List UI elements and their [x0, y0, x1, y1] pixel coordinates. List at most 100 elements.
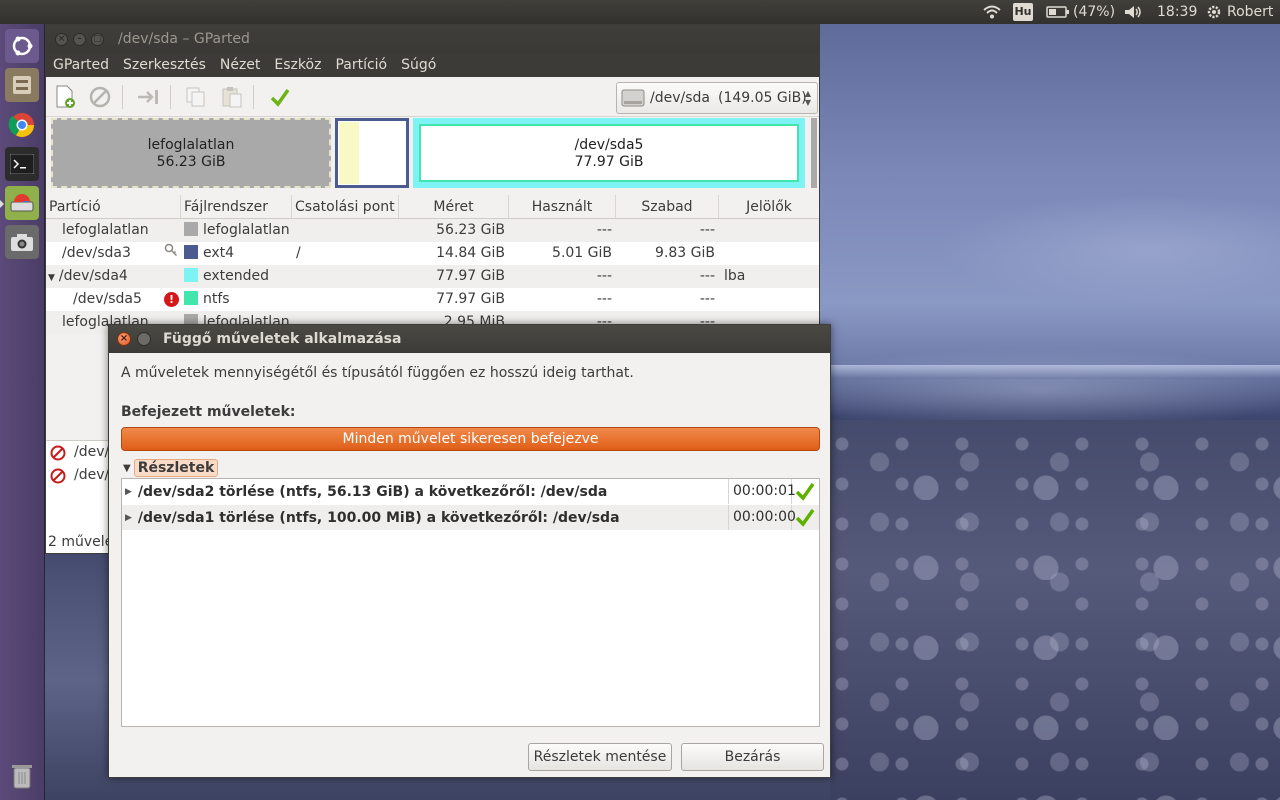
cell-size: 77.97 GiB: [436, 268, 505, 284]
volume-icon[interactable]: [1123, 0, 1143, 24]
dialog-close-button[interactable]: ×: [117, 332, 131, 346]
col-filesystem[interactable]: Fájlrendszer: [181, 195, 292, 218]
wallpaper-surf: [830, 365, 1280, 379]
cell-flags: [719, 288, 819, 311]
files-launcher-item[interactable]: [5, 68, 39, 102]
cell-used: ---: [596, 291, 612, 307]
dash-home-button[interactable]: [5, 29, 39, 63]
diskmap-sda5[interactable]: /dev/sda5 77.97 GiB: [419, 124, 799, 182]
expander-down-icon[interactable]: ▼: [48, 273, 55, 283]
cell-partition: ▼/dev/sda4: [46, 265, 181, 288]
device-selector[interactable]: /dev/sda (149.05 GiB) ▲ ▼: [616, 82, 818, 114]
fs-label: extended: [203, 268, 270, 284]
cell-filesystem: ext4: [181, 242, 292, 265]
fs-color-swatch: [184, 268, 198, 282]
delete-partition-button[interactable]: [88, 85, 112, 109]
table-row[interactable]: /dev/sda3 ext4 / 14.84 GiB 5.01 GiB 9.83…: [46, 242, 819, 265]
cell-filesystem: extended: [181, 265, 292, 288]
cell-partition: /dev/sda3: [46, 242, 181, 265]
expander-down-icon: ▼: [123, 462, 131, 474]
close-button[interactable]: Bezárás: [681, 743, 824, 771]
terminal-launcher-item[interactable]: [5, 147, 39, 181]
cell-free: ---: [699, 268, 715, 284]
cell-used: ---: [596, 222, 612, 238]
detail-row[interactable]: ▶ /dev/sda2 törlése (ntfs, 56.13 GiB) a …: [122, 479, 819, 504]
keyboard-layout-indicator[interactable]: Hu: [1013, 0, 1033, 24]
col-mountpoint[interactable]: Csatolási pont: [292, 195, 399, 218]
cell-size: 56.23 GiB: [436, 222, 505, 238]
new-partition-button[interactable]: [53, 85, 77, 109]
clock[interactable]: 18:39: [1157, 0, 1197, 24]
cell-flags: [719, 219, 819, 242]
window-minimize-button[interactable]: –: [73, 33, 86, 46]
cell-partition: /dev/sda5!: [46, 288, 181, 311]
fs-label: ntfs: [203, 291, 230, 307]
expander-right-icon[interactable]: ▶: [125, 487, 132, 497]
battery-indicator[interactable]: (47%): [1046, 0, 1115, 24]
save-details-button[interactable]: Részletek mentése: [528, 743, 672, 771]
diskmap-unallocated[interactable]: lefoglalatlan 56.23 GiB: [51, 118, 331, 188]
diskmap-sda4-extended[interactable]: /dev/sda5 77.97 GiB: [413, 118, 805, 188]
partition-table: Partíció Fájlrendszer Csatolási pont Mér…: [46, 195, 819, 334]
window-maximize-button[interactable]: □: [91, 33, 104, 46]
session-menu[interactable]: Robert: [1205, 0, 1273, 24]
toolbar-separator: [253, 85, 254, 109]
col-partition[interactable]: Partíció: [46, 195, 181, 218]
cell-mount: [292, 265, 399, 288]
arrow-right-bar-icon: [138, 90, 158, 104]
delete-op-icon: [50, 468, 66, 483]
menu-device[interactable]: Eszköz: [274, 57, 321, 73]
apply-button[interactable]: [268, 85, 292, 109]
success-check-icon: [794, 481, 816, 505]
wifi-icon[interactable]: [982, 0, 1002, 24]
delete-op-icon: [50, 445, 66, 460]
window-close-button[interactable]: ×: [55, 33, 68, 46]
cell-filesystem: lefoglalatlan: [181, 219, 292, 242]
window-title: /dev/sda – GParted: [118, 31, 250, 47]
menu-gparted[interactable]: GParted: [53, 57, 109, 73]
diskmap-sda3[interactable]: [335, 118, 409, 188]
trash-launcher-item[interactable]: [5, 759, 39, 793]
chrome-launcher-item[interactable]: [5, 108, 39, 142]
copy-button[interactable]: [184, 85, 208, 109]
screenshot-launcher-item[interactable]: [5, 225, 39, 259]
menu-edit[interactable]: Szerkesztés: [123, 57, 206, 73]
expander-right-icon[interactable]: ▶: [125, 513, 132, 523]
paste-button[interactable]: [220, 85, 244, 109]
battery-percent: (47%): [1073, 4, 1116, 20]
menu-view[interactable]: Nézet: [220, 57, 261, 73]
col-size[interactable]: Méret: [399, 195, 509, 218]
chrome-icon: [8, 113, 34, 138]
completed-operations-label: Befejezett műveletek:: [121, 404, 296, 420]
fs-label: lefoglalatlan: [203, 222, 290, 238]
menubar: GParted Szerkesztés Nézet Eszköz Partíci…: [46, 53, 819, 77]
col-free[interactable]: Szabad: [616, 195, 719, 218]
detail-row[interactable]: ▶ /dev/sda1 törlése (ntfs, 100.00 MiB) a…: [122, 505, 819, 530]
file-cabinet-icon: [13, 76, 31, 94]
diskmap-tail-unallocated[interactable]: [811, 118, 817, 188]
copy-icon: [186, 87, 205, 107]
menu-help[interactable]: Súgó: [401, 57, 436, 73]
ubuntu-logo-icon: [12, 36, 33, 56]
key-icon: [164, 242, 178, 265]
cell-free: ---: [699, 291, 715, 307]
cell-size: 77.97 GiB: [436, 291, 505, 307]
table-row[interactable]: lefoglalatlan lefoglalatlan 56.23 GiB --…: [46, 219, 819, 242]
table-row[interactable]: ▼/dev/sda4 extended 77.97 GiB --- --- lb…: [46, 265, 819, 288]
spin-arrows-icon: ▲ ▼: [804, 89, 811, 107]
details-expander[interactable]: ▼ Részletek: [123, 458, 219, 478]
dialog-maximize-button[interactable]: [137, 332, 151, 346]
col-flags[interactable]: Jelölők: [719, 195, 819, 218]
progress-bar: Minden művelet sikeresen befejezve: [121, 427, 820, 451]
gparted-launcher-item[interactable]: [0, 186, 39, 220]
menu-partition[interactable]: Partíció: [335, 57, 387, 73]
details-list: ▶ /dev/sda2 törlése (ntfs, 56.13 GiB) a …: [121, 478, 820, 727]
cell-mount: [292, 219, 399, 242]
user-name: Robert: [1227, 4, 1274, 20]
terminal-icon: [10, 154, 34, 174]
detail-time: 00:00:01: [728, 479, 796, 504]
resize-move-button[interactable]: [136, 85, 160, 109]
dialog-titlebar: × Függő műveletek alkalmazása: [109, 325, 830, 353]
col-used[interactable]: Használt: [509, 195, 616, 218]
table-row[interactable]: /dev/sda5! ntfs 77.97 GiB --- ---: [46, 288, 819, 311]
